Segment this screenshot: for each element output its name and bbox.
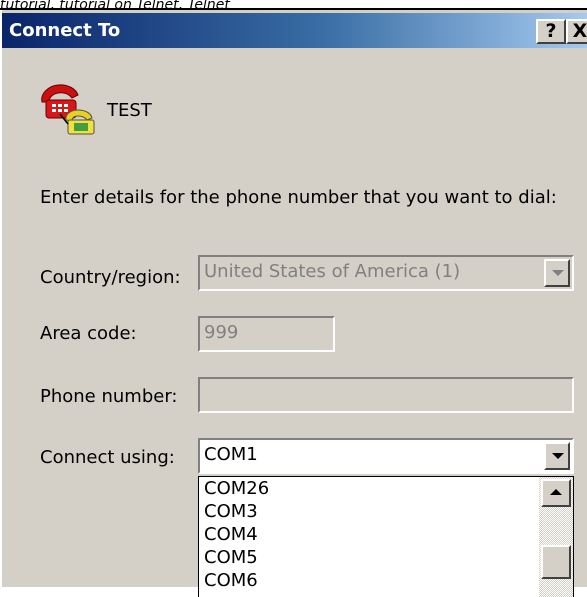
help-button[interactable]: ? (536, 19, 566, 44)
area-code-label: Area code: (40, 323, 137, 344)
connect-using-select[interactable]: COM1 (198, 438, 574, 474)
country-dropdown-button (544, 259, 570, 287)
phone-connection-icon (41, 84, 95, 135)
country-region-label: Country/region: (40, 267, 181, 288)
phone-number-label: Phone number: (40, 386, 178, 407)
area-code-field: 999 (198, 316, 335, 352)
dropdown-option[interactable]: COM5 (199, 546, 573, 569)
country-region-select: United States of America (1) (198, 255, 574, 291)
connect-using-value: COM1 (204, 444, 258, 465)
connect-using-dropdown-button[interactable] (544, 442, 570, 470)
phone-number-field (198, 377, 574, 413)
country-region-value: United States of America (1) (204, 261, 461, 282)
dialog-title: Connect To (9, 20, 121, 41)
chevron-up-icon (550, 489, 562, 495)
area-code-value: 999 (204, 322, 239, 343)
scroll-up-button[interactable] (541, 479, 571, 507)
dropdown-option[interactable]: COM3 (199, 500, 573, 523)
scroll-thumb[interactable] (541, 545, 571, 579)
connect-using-label: Connect using: (40, 447, 175, 468)
background-page-text: tutorial, tutorial on Telnet, Telnet (0, 0, 230, 8)
chevron-down-icon (552, 270, 564, 276)
connect-to-dialog: Connect To ? X TEST Enter details for th… (0, 10, 587, 597)
dropdown-option[interactable]: COM4 (199, 523, 573, 546)
connection-name: TEST (107, 100, 152, 121)
connect-using-dropdown-list[interactable]: COM26 COM3 COM4 COM5 COM6 (198, 476, 574, 597)
dropdown-option[interactable]: COM26 (199, 477, 573, 500)
chevron-down-icon (552, 453, 564, 459)
close-button[interactable]: X (566, 19, 587, 44)
dropdown-scrollbar[interactable] (539, 477, 573, 597)
title-bar[interactable]: Connect To ? X (2, 13, 587, 48)
instructions-text: Enter details for the phone number that … (40, 187, 557, 208)
dropdown-option[interactable]: COM6 (199, 569, 573, 592)
